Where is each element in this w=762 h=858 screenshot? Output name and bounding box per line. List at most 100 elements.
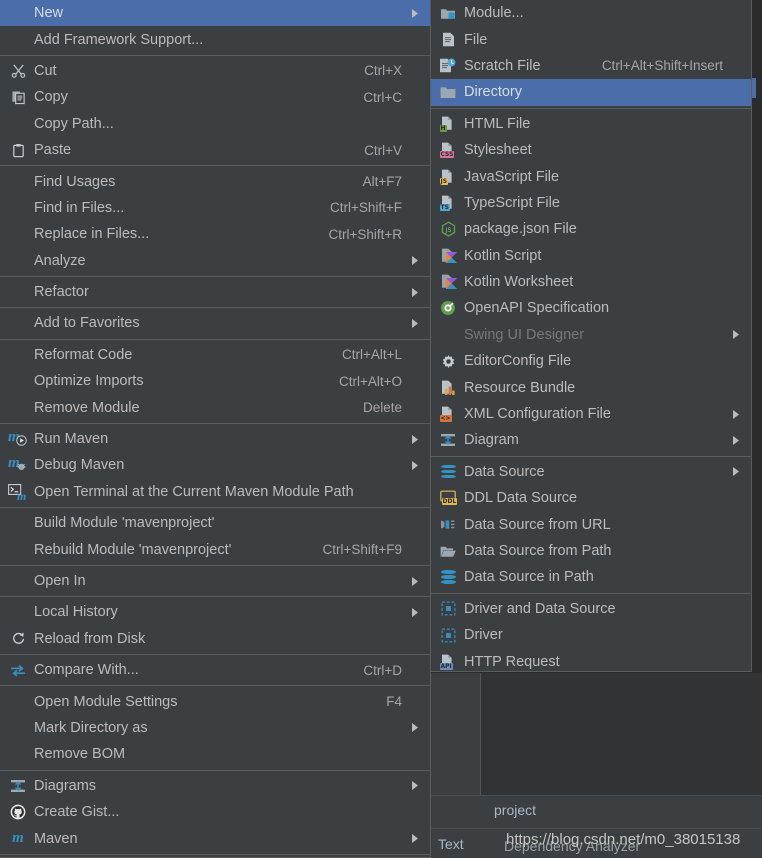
menu-separator bbox=[0, 422, 430, 424]
menu-item-add-to-favorites[interactable]: Add to Favorites bbox=[0, 310, 430, 336]
menu-item-debug-maven[interactable]: m Debug Maven bbox=[0, 452, 430, 478]
chevron-right-icon bbox=[729, 409, 743, 420]
menu-item-label: Add Framework Support... bbox=[34, 31, 204, 48]
menu-item-diagram[interactable]: Diagram bbox=[431, 427, 751, 453]
menu-item-icon-placeholder bbox=[6, 602, 30, 622]
menu-item-kotlin-script[interactable]: Kotlin Script bbox=[431, 243, 751, 269]
chevron-right-icon bbox=[729, 435, 743, 446]
menu-item-editorconfig-file[interactable]: EditorConfig File bbox=[431, 348, 751, 374]
menu-item-icon-placeholder bbox=[6, 398, 30, 418]
menu-item-cut[interactable]: Cut Ctrl+X bbox=[0, 58, 430, 84]
menu-item-javascript-file[interactable]: JS JavaScript File bbox=[431, 163, 751, 189]
menu-item-create-gist[interactable]: Create Gist... bbox=[0, 799, 430, 825]
menu-separator bbox=[0, 54, 430, 56]
menu-item-open-in[interactable]: Open In bbox=[0, 568, 430, 594]
menu-item-new[interactable]: New bbox=[0, 0, 430, 27]
menu-item-label: Reformat Code bbox=[34, 346, 133, 363]
menu-item-icon-placeholder bbox=[6, 313, 30, 333]
menu-item-label: Driver bbox=[464, 627, 503, 644]
menu-item-typescript-file[interactable]: TS TypeScript File bbox=[431, 190, 751, 216]
project-tab-label[interactable]: project bbox=[494, 802, 536, 818]
menu-item-mark-directory-as[interactable]: Mark Directory as bbox=[0, 715, 430, 741]
menu-item-optimize-imports[interactable]: Optimize Imports Ctrl+Alt+O bbox=[0, 368, 430, 394]
menu-item-label: Diagram bbox=[464, 432, 519, 449]
refresh-icon bbox=[6, 629, 30, 649]
kotlin-script-icon bbox=[436, 246, 460, 266]
menu-item-ddl-data-source[interactable]: DDL DDL Data Source bbox=[431, 485, 751, 511]
driver-icon bbox=[436, 599, 460, 619]
menu-item-icon-placeholder bbox=[6, 744, 30, 764]
menu-item-local-history[interactable]: Local History bbox=[0, 599, 430, 625]
menu-item-html-file[interactable]: H HTML File bbox=[431, 111, 751, 137]
menu-item-analyze[interactable]: Analyze bbox=[0, 248, 430, 274]
menu-item-label: Compare With... bbox=[34, 662, 139, 679]
menu-item-remove-bom[interactable]: Remove BOM bbox=[0, 741, 430, 767]
menu-item-find-in-files[interactable]: Find in Files... Ctrl+Shift+F bbox=[0, 195, 430, 221]
menu-item-reload-from-disk[interactable]: Reload from Disk bbox=[0, 626, 430, 652]
menu-item-label: Open In bbox=[34, 573, 86, 589]
menu-item-resource-bundle[interactable]: Resource Bundle bbox=[431, 374, 751, 400]
github-icon bbox=[6, 802, 30, 822]
menu-item-xml-configuration-file[interactable]: <> XML Configuration File bbox=[431, 401, 751, 427]
menu-item-label: Stylesheet bbox=[464, 142, 532, 159]
menu-item-maven[interactable]: m Maven bbox=[0, 825, 430, 851]
menu-item-shortcut: Ctrl+Shift+F9 bbox=[322, 542, 402, 558]
menu-item-run-maven[interactable]: m Run Maven bbox=[0, 426, 430, 452]
menu-item-shortcut: Ctrl+Alt+O bbox=[338, 373, 402, 389]
menu-item-compare-with[interactable]: Compare With... Ctrl+D bbox=[0, 657, 430, 683]
menu-item-label: XML Configuration File bbox=[464, 406, 611, 423]
menu-item-label: HTTP Request bbox=[464, 653, 560, 670]
menu-item-directory[interactable]: Directory bbox=[431, 79, 751, 106]
kotlin-worksheet-icon bbox=[436, 272, 460, 292]
menu-item-data-source-in-path[interactable]: Data Source in Path bbox=[431, 564, 751, 590]
menu-separator bbox=[0, 338, 430, 340]
menu-item-http-request[interactable]: API HTTP Request bbox=[431, 648, 751, 674]
menu-item-copy-path[interactable]: Copy Path... bbox=[0, 111, 430, 137]
menu-item-open-module-settings[interactable]: Open Module Settings F4 bbox=[0, 688, 430, 714]
menu-item-icon-placeholder bbox=[6, 282, 30, 302]
menu-item-shortcut: Ctrl+C bbox=[363, 89, 402, 105]
menu-item-add-framework-support[interactable]: Add Framework Support... bbox=[0, 26, 430, 52]
menu-item-openapi-specification[interactable]: OpenAPI Specification bbox=[431, 295, 751, 321]
menu-item-label: Build Module 'mavenproject' bbox=[34, 515, 215, 532]
maven-icon: m bbox=[12, 830, 24, 847]
menu-item-scratch-file[interactable]: Scratch File Ctrl+Alt+Shift+Insert bbox=[431, 53, 751, 79]
menu-item-file[interactable]: File bbox=[431, 26, 751, 52]
menu-item-label: Reload from Disk bbox=[34, 630, 146, 647]
menu-item-paste[interactable]: Paste Ctrl+V bbox=[0, 137, 430, 163]
menu-item-data-source-from-path[interactable]: Data Source from Path bbox=[431, 538, 751, 564]
menu-separator bbox=[0, 685, 430, 687]
menu-item-data-source-from-url[interactable]: Data Source from URL bbox=[431, 511, 751, 537]
menu-item-shortcut: Delete bbox=[362, 400, 402, 416]
menu-item-driver-and-data-source[interactable]: Driver and Data Source bbox=[431, 596, 751, 622]
database-icon bbox=[436, 567, 460, 587]
menu-item-diagrams[interactable]: Diagrams bbox=[0, 773, 430, 799]
menu-item-driver[interactable]: Driver bbox=[431, 622, 751, 648]
menu-item-find-usages[interactable]: Find Usages Alt+F7 bbox=[0, 168, 430, 194]
menu-item-label: Replace in Files... bbox=[34, 226, 150, 243]
menu-item-data-source[interactable]: Data Source bbox=[431, 459, 751, 485]
tool-window-sidebar[interactable] bbox=[430, 673, 481, 795]
menu-item-package-json-file[interactable]: JS package.json File bbox=[431, 216, 751, 242]
project-view-context-menu[interactable]: New Add Framework Support... Cut Ctrl+X Copy… bbox=[0, 0, 431, 858]
menu-item-icon-placeholder bbox=[6, 571, 30, 591]
menu-item-build-module-mavenproject[interactable]: Build Module 'mavenproject' bbox=[0, 510, 430, 536]
svg-text:JS: JS bbox=[444, 227, 451, 234]
menu-item-remove-module[interactable]: Remove Module Delete bbox=[0, 394, 430, 420]
menu-item-module[interactable]: Module... bbox=[431, 0, 751, 26]
new-submenu[interactable]: Module... File Scratch File Ctrl+Alt+Shift+… bbox=[430, 0, 752, 672]
menu-item-kotlin-worksheet[interactable]: Kotlin Worksheet bbox=[431, 269, 751, 295]
menu-item-stylesheet[interactable]: CSS Stylesheet bbox=[431, 137, 751, 163]
menu-item-shortcut: Ctrl+Shift+F bbox=[329, 200, 402, 216]
scissors-icon bbox=[6, 61, 30, 81]
menu-item-label: Open Terminal at the Current Maven Modul… bbox=[34, 483, 354, 500]
menu-item-rebuild-module-mavenproject[interactable]: Rebuild Module 'mavenproject' Ctrl+Shift+… bbox=[0, 536, 430, 562]
menu-separator bbox=[0, 653, 430, 655]
text-tab-label[interactable]: Text bbox=[438, 836, 464, 852]
menu-item-replace-in-files[interactable]: Replace in Files... Ctrl+Shift+R bbox=[0, 221, 430, 247]
menu-item-reformat-code[interactable]: Reformat Code Ctrl+Alt+L bbox=[0, 342, 430, 368]
menu-item-open-terminal-at-the-current-maven-modul[interactable]: m Open Terminal at the Current Maven Modu… bbox=[0, 479, 430, 505]
menu-item-refactor[interactable]: Refactor bbox=[0, 279, 430, 305]
menu-item-copy[interactable]: Copy Ctrl+C bbox=[0, 84, 430, 110]
module-icon bbox=[436, 3, 460, 23]
